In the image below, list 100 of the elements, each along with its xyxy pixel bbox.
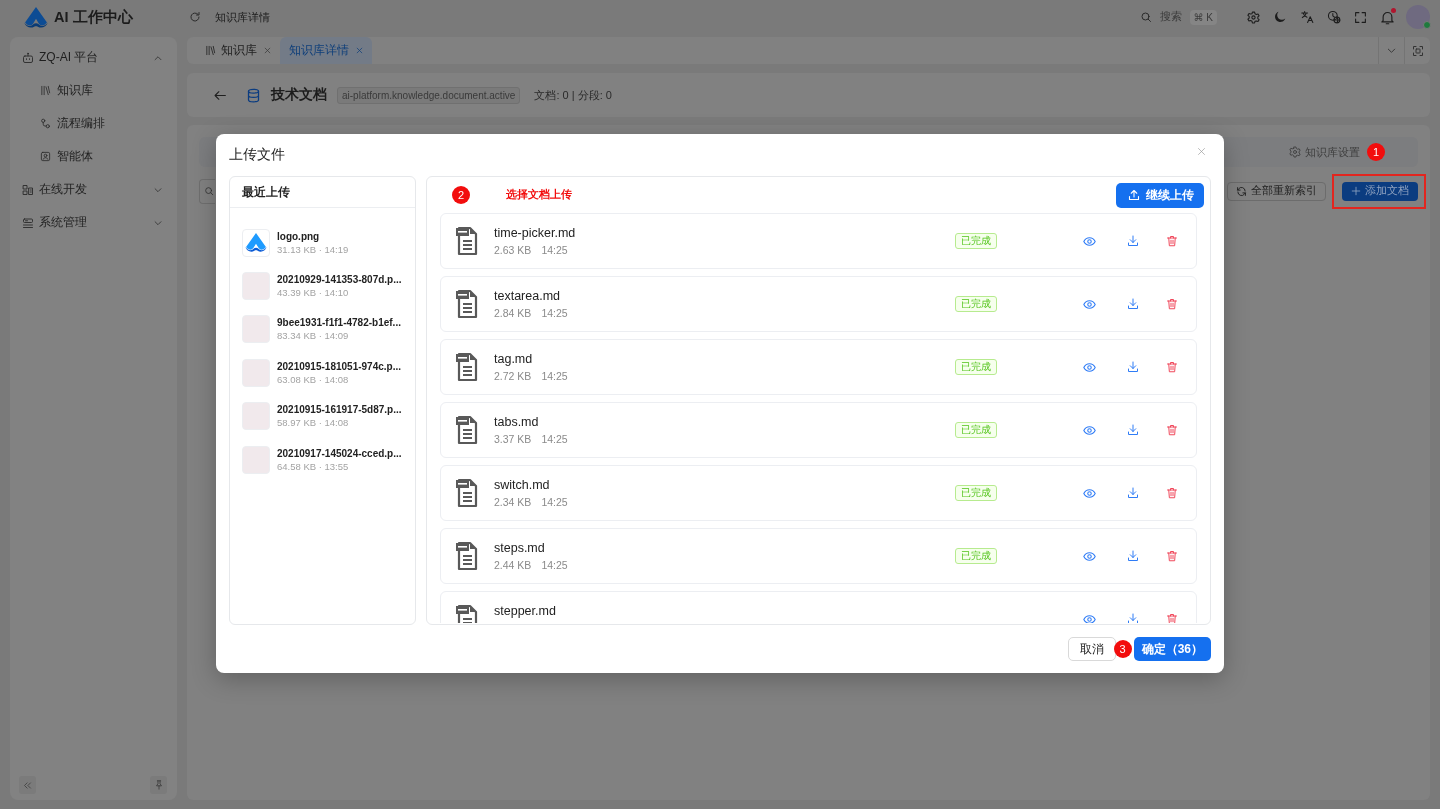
file-meta: 58.97 KB · 14:08 (277, 416, 350, 430)
search-icon (1139, 11, 1152, 23)
search-button[interactable]: 搜索 (1139, 10, 1182, 24)
file-meta: 83.34 KB · 14:09 (277, 329, 350, 343)
breadcrumb-text: 知识库详情 (215, 9, 270, 25)
sidebar-item[interactable]: 在线开发 (10, 173, 177, 206)
file-size: 3.37 KB (494, 432, 532, 446)
trash-icon[interactable] (1166, 487, 1178, 499)
logo-icon (245, 233, 267, 253)
file-meta: 63.08 KB · 14:08 (277, 372, 350, 386)
fullscreen-icon[interactable] (1354, 10, 1367, 24)
pin-button[interactable] (150, 776, 167, 794)
eye-icon[interactable] (1083, 612, 1096, 623)
library-icon (205, 45, 216, 56)
file-name: 20210915-181051-974c.p... (277, 359, 401, 373)
document-icon (455, 289, 479, 319)
scan-icon[interactable] (1411, 44, 1424, 57)
file-size: 2.84 KB (494, 306, 532, 320)
sidebar-item[interactable]: 系统管理 (10, 206, 177, 239)
panel-title: 最近上传 (230, 177, 415, 208)
download-icon[interactable] (1127, 550, 1139, 562)
upload-time: 14:25 (541, 558, 568, 572)
close-icon[interactable] (264, 47, 271, 54)
file-size: 2.44 KB (494, 558, 532, 572)
file-name: tag.md (494, 350, 534, 367)
eye-icon[interactable] (1083, 297, 1096, 311)
close-icon[interactable] (356, 47, 363, 54)
file-name: 20210915-161917-5d87.p... (277, 403, 402, 417)
tab[interactable]: 知识库详情 (280, 37, 372, 64)
status-badge: 已完成 (955, 359, 997, 375)
continue-upload-button[interactable]: 继续上传 (1116, 182, 1204, 208)
trash-icon[interactable] (1166, 361, 1178, 373)
file-size: 2.63 KB (494, 243, 532, 257)
translate-icon[interactable] (1300, 10, 1314, 24)
document-stats: 文档: 0 | 分段: 0 (534, 87, 612, 103)
clock-globe-icon[interactable] (1327, 10, 1341, 24)
trash-icon[interactable] (1166, 424, 1178, 436)
search-field[interactable] (199, 178, 215, 204)
upload-time: 14:25 (541, 432, 568, 446)
eye-icon[interactable] (1083, 549, 1096, 563)
sidebar-item[interactable]: 流程编排 (10, 107, 177, 140)
file-size: 2.34 KB (494, 495, 532, 509)
download-icon[interactable] (1127, 298, 1139, 310)
hint-text: 选择文档上传 (506, 188, 572, 202)
add-document-button[interactable]: 添加文档 (1342, 181, 1418, 201)
trash-icon[interactable] (1166, 235, 1178, 247)
file-name: textarea.md (494, 287, 561, 304)
file-meta: 43.39 KB · 14:10 (277, 286, 350, 300)
document-icon (455, 226, 479, 256)
grid-icon (22, 183, 34, 196)
person-card-icon (40, 151, 51, 162)
eye-icon[interactable] (1083, 234, 1096, 248)
status-badge: 已完成 (955, 296, 997, 312)
sidebar-item[interactable]: 智能体 (10, 140, 177, 173)
tab[interactable]: 知识库 (196, 37, 280, 64)
plus-icon (1351, 186, 1361, 196)
eye-icon[interactable] (1083, 486, 1096, 500)
settings-button[interactable]: 知识库设置 (1289, 144, 1360, 160)
confirm-button[interactable]: 确定（36） (1133, 637, 1211, 661)
sidebar-item[interactable]: ZQ-AI 平台 (10, 41, 177, 74)
document-icon (455, 478, 479, 508)
status-badge: 已完成 (955, 485, 997, 501)
moon-icon[interactable] (1273, 10, 1287, 24)
app-name: AI 工作中心 (54, 7, 133, 27)
trash-icon[interactable] (1166, 550, 1178, 562)
shortcut-hint: ⌘ K (1189, 9, 1217, 25)
trash-icon[interactable] (1166, 613, 1178, 623)
sync-icon (1236, 185, 1247, 197)
download-icon[interactable] (1127, 424, 1139, 436)
document-icon (455, 352, 479, 382)
file-name: time-picker.md (494, 224, 577, 241)
back-arrow-icon[interactable] (214, 88, 227, 102)
reindex-button[interactable]: 全部重新索引 (1227, 181, 1326, 201)
file-name: 20210917-145024-cced.p... (277, 446, 402, 460)
chevron-down-icon[interactable] (1386, 45, 1397, 56)
dialog-title: 上传文件 (229, 146, 285, 164)
step-marker: 1 (1367, 143, 1385, 161)
status-badge: 已完成 (955, 233, 997, 249)
trash-icon[interactable] (1166, 298, 1178, 310)
file-name: steps.md (494, 539, 546, 556)
file-name: logo.png (277, 229, 321, 243)
cancel-button[interactable]: 取消 (1067, 637, 1116, 661)
file-name: 9bee1931-f1f1-4782-b1ef... (277, 316, 401, 330)
flow-icon (40, 118, 51, 129)
eye-icon[interactable] (1083, 360, 1096, 374)
file-name: tabs.md (494, 413, 540, 430)
bell-icon[interactable] (1380, 9, 1395, 25)
eye-icon[interactable] (1083, 423, 1096, 437)
settings-icon (1289, 146, 1301, 158)
file-name: switch.md (494, 476, 551, 493)
download-icon[interactable] (1127, 613, 1139, 623)
settings-icon[interactable] (1247, 10, 1260, 24)
download-icon[interactable] (1127, 487, 1139, 499)
download-icon[interactable] (1127, 361, 1139, 373)
sidebar-item[interactable]: 知识库 (10, 74, 177, 107)
close-icon[interactable] (1197, 146, 1206, 156)
refresh-icon[interactable] (189, 11, 201, 23)
download-icon[interactable] (1127, 235, 1139, 247)
document-icon (455, 541, 479, 571)
double-chevron-icon (23, 780, 32, 790)
